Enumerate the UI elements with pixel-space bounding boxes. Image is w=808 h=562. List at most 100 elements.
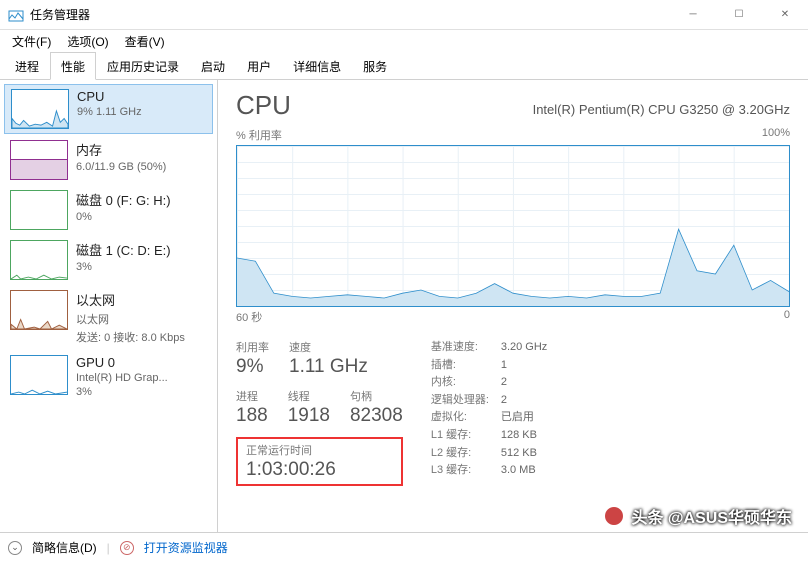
menu-options[interactable]: 选项(O) [61,31,114,52]
close-button[interactable]: ✕ [762,0,808,30]
handle-value: 82308 [350,405,403,427]
thread-label: 线程 [288,388,330,404]
stat-processes: 进程 188 [236,388,268,427]
info-sockets: 插槽:1 [431,357,547,375]
uptime-value: 1:03:00:26 [246,459,393,481]
titlebar: 任务管理器 ─ ☐ ✕ [0,0,808,30]
sidebar-stat2: 发送: 0 接收: 8.0 Kbps [76,329,207,345]
detail-title: CPU [236,90,291,121]
disk1-info: 磁盘 1 (C: D: E:) 3% [76,240,207,280]
detail-subtitle: Intel(R) Pentium(R) CPU G3250 @ 3.20GHz [533,102,790,117]
stat-row-1: 利用率 9% 速度 1.11 GHz [236,339,403,378]
uptime-box: 正常运行时间 1:03:00:26 [236,437,403,486]
memory-info: 内存 6.0/11.9 GB (50%) [76,140,207,180]
tab-performance[interactable]: 性能 [50,52,96,80]
cpu-chart[interactable] [236,145,790,307]
sidebar-item-gpu[interactable]: GPU 0 Intel(R) HD Grap... 3% [4,351,213,402]
main-area: CPU 9% 1.11 GHz 内存 6.0/11.9 GB (50%) 磁盘 … [0,80,808,532]
eth-thumb [10,290,68,330]
maximize-button[interactable]: ☐ [716,0,762,30]
stat-col-right: 基准速度:3.20 GHz 插槽:1 内核:2 逻辑处理器:2 虚拟化:已启用 … [431,339,547,486]
menubar: 文件(F) 选项(O) 查看(V) [0,30,808,52]
sidebar-label: 磁盘 0 (F: G: H:) [76,190,207,209]
sidebar-label: CPU [77,89,206,104]
sidebar-label: 磁盘 1 (C: D: E:) [76,240,207,259]
sidebar-stat2: 3% [76,386,207,398]
sidebar-item-disk1[interactable]: 磁盘 1 (C: D: E:) 3% [4,236,213,284]
detail-header: CPU Intel(R) Pentium(R) CPU G3250 @ 3.20… [236,90,790,121]
cpu-thumb [11,89,69,129]
sidebar-stat: 以太网 [76,311,207,327]
util-value: 9% [236,356,269,378]
no-icon: ⊘ [120,541,134,555]
tab-history[interactable]: 应用历史记录 [96,52,190,80]
footer: ⌄ 简略信息(D) | ⊘ 打开资源监视器 [0,532,808,562]
uptime-label: 正常运行时间 [246,442,393,458]
info-l3: L3 缓存:3.0 MB [431,462,547,480]
chart-xright: 0 [784,309,790,325]
tab-users[interactable]: 用户 [236,52,282,80]
tab-startup[interactable]: 启动 [190,52,236,80]
sidebar-stat: Intel(R) HD Grap... [76,372,207,384]
speed-value: 1.11 GHz [289,356,368,378]
info-basespeed: 基准速度:3.20 GHz [431,339,547,357]
menu-view[interactable]: 查看(V) [119,31,171,52]
menu-file[interactable]: 文件(F) [6,31,57,52]
memory-thumb [10,140,68,180]
disk0-info: 磁盘 0 (F: G: H:) 0% [76,190,207,230]
cpu-info: CPU 9% 1.11 GHz [77,89,206,129]
chart-xleft: 60 秒 [236,309,262,325]
sidebar: CPU 9% 1.11 GHz 内存 6.0/11.9 GB (50%) 磁盘 … [0,80,218,532]
tab-details[interactable]: 详细信息 [282,52,352,80]
stat-speed: 速度 1.11 GHz [289,339,368,378]
chart-bottom-labels: 60 秒 0 [236,309,790,325]
sidebar-stat: 6.0/11.9 GB (50%) [76,161,207,173]
watermark: 头条 @ASUS华硕华东 [603,504,792,528]
stat-threads: 线程 1918 [288,388,330,427]
disk0-thumb [10,190,68,230]
stat-utilization: 利用率 9% [236,339,269,378]
stat-col-left: 利用率 9% 速度 1.11 GHz 进程 188 线程 191 [236,339,403,486]
proc-label: 进程 [236,388,268,404]
sidebar-label: 内存 [76,140,207,159]
resource-monitor-link[interactable]: 打开资源监视器 [144,539,228,556]
info-logical: 逻辑处理器:2 [431,392,547,410]
eth-info: 以太网 以太网 发送: 0 接收: 8.0 Kbps [76,290,207,345]
tab-services[interactable]: 服务 [352,52,398,80]
detail-panel: CPU Intel(R) Pentium(R) CPU G3250 @ 3.20… [218,80,808,532]
cpu-chart-svg [237,146,789,306]
thread-value: 1918 [288,405,330,427]
disk1-thumb [10,240,68,280]
divider: | [107,541,110,555]
sidebar-stat: 3% [76,261,207,273]
tab-processes[interactable]: 进程 [4,52,50,80]
sidebar-stat: 9% 1.11 GHz [77,106,206,118]
handle-label: 句柄 [350,388,403,404]
gpu-info: GPU 0 Intel(R) HD Grap... 3% [76,355,207,398]
info-l2: L2 缓存:512 KB [431,445,547,463]
simple-view-link[interactable]: 简略信息(D) [32,539,97,556]
sidebar-item-memory[interactable]: 内存 6.0/11.9 GB (50%) [4,136,213,184]
sidebar-item-ethernet[interactable]: 以太网 以太网 发送: 0 接收: 8.0 Kbps [4,286,213,349]
gpu-thumb [10,355,68,395]
window-title: 任务管理器 [30,6,670,23]
watermark-avatar [603,505,625,527]
minimize-button[interactable]: ─ [670,0,716,30]
sidebar-label: GPU 0 [76,355,207,370]
chart-ylabel: % 利用率 [236,127,282,143]
stats-area: 利用率 9% 速度 1.11 GHz 进程 188 线程 191 [236,339,790,486]
watermark-text: 头条 @ASUS华硕华东 [631,504,792,528]
tab-bar: 进程 性能 应用历史记录 启动 用户 详细信息 服务 [0,52,808,80]
sidebar-label: 以太网 [76,290,207,309]
window-controls: ─ ☐ ✕ [670,0,808,30]
sidebar-item-cpu[interactable]: CPU 9% 1.11 GHz [4,84,213,134]
stat-handles: 句柄 82308 [350,388,403,427]
util-label: 利用率 [236,339,269,355]
sidebar-item-disk0[interactable]: 磁盘 0 (F: G: H:) 0% [4,186,213,234]
chart-ymax: 100% [762,127,790,143]
app-icon [8,7,24,23]
info-l1: L1 缓存:128 KB [431,427,547,445]
expand-icon[interactable]: ⌄ [8,541,22,555]
speed-label: 速度 [289,339,368,355]
info-virt: 虚拟化:已启用 [431,409,547,427]
